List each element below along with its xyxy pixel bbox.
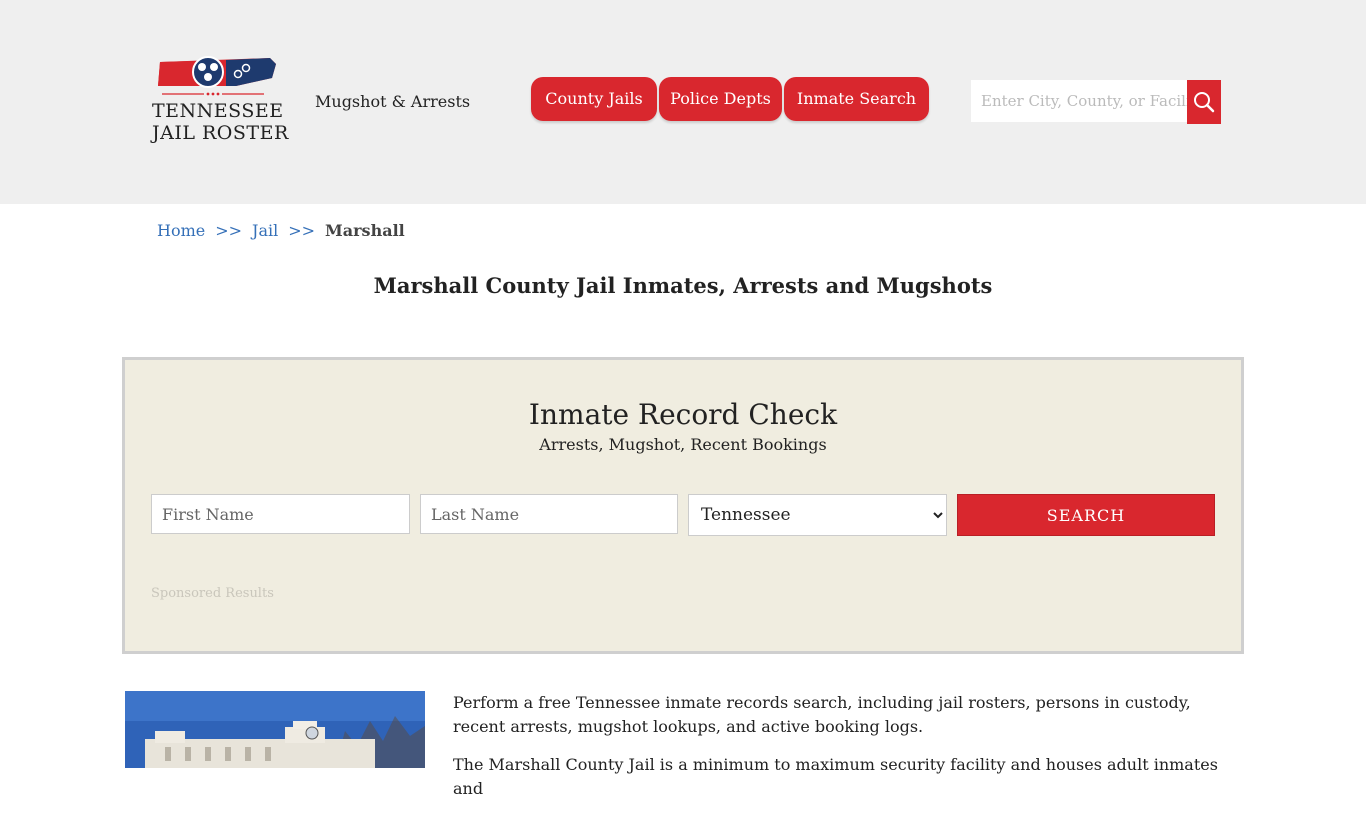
site-search-button[interactable] — [1187, 80, 1221, 124]
intro-paragraph-1: Perform a free Tennessee inmate records … — [453, 693, 1191, 736]
courthouse-image — [125, 691, 425, 768]
nav-tab-police-depts[interactable]: Police Depts — [659, 77, 782, 121]
record-check-title: Inmate Record Check — [528, 398, 838, 431]
sponsored-results-label: Sponsored Results — [151, 586, 274, 601]
site-search-box — [971, 80, 1187, 122]
record-check-subtitle: Arrests, Mugshot, Recent Bookings — [539, 435, 827, 454]
page-title: Marshall County Jail Inmates, Arrests an… — [373, 273, 993, 298]
state-select[interactable]: Tennessee — [688, 494, 947, 536]
breadcrumb-home[interactable]: Home — [157, 221, 205, 240]
tennessee-flag-logo-icon — [158, 56, 276, 96]
site-tagline: Mugshot & Arrests — [315, 92, 471, 111]
inmate-record-check-panel: Inmate Record Check Arrests, Mugshot, Re… — [122, 357, 1244, 654]
breadcrumb: Home >> Jail >> Marshall — [157, 221, 405, 240]
intro-paragraph-2: The Marshall County Jail is a minimum to… — [453, 755, 1218, 798]
search-icon — [1194, 92, 1215, 113]
intro-text: Perform a free Tennessee inmate records … — [453, 691, 1223, 815]
nav-tab-county-jails[interactable]: County Jails — [531, 77, 657, 121]
breadcrumb-separator: >> — [215, 221, 243, 240]
last-name-input[interactable] — [420, 494, 678, 534]
nav-tab-inmate-search[interactable]: Inmate Search — [784, 77, 929, 121]
breadcrumb-current: Marshall — [325, 221, 405, 240]
logo-line2: JAIL ROSTER — [152, 122, 289, 144]
logo-line1: TENNESSEE — [152, 100, 284, 122]
courthouse-photo-icon — [125, 691, 425, 768]
site-search-input[interactable] — [971, 80, 1187, 122]
record-search-button[interactable]: SEARCH — [957, 494, 1215, 536]
breadcrumb-separator: >> — [288, 221, 316, 240]
site-logo[interactable]: TENNESSEE JAIL ROSTER — [152, 56, 289, 148]
breadcrumb-jail[interactable]: Jail — [252, 221, 278, 240]
first-name-input[interactable] — [151, 494, 410, 534]
site-header: TENNESSEE JAIL ROSTER Mugshot & Arrests … — [0, 0, 1366, 204]
